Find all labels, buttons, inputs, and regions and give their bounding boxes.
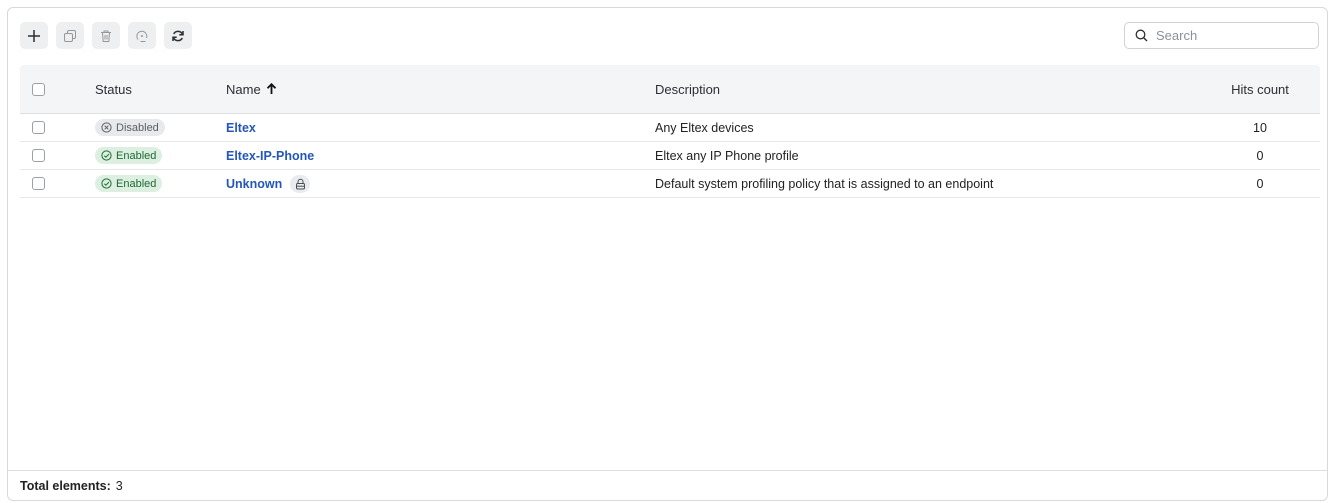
locked-badge	[290, 174, 311, 193]
trash-icon	[101, 30, 111, 42]
refresh-button[interactable]	[164, 22, 192, 49]
plus-icon	[28, 29, 40, 42]
lock-icon	[295, 178, 305, 189]
total-elements-value: 3	[115, 479, 123, 493]
hits-cell: 0	[1256, 148, 1264, 163]
table-row[interactable]: Disabled Eltex Any Eltex devices 10	[20, 114, 1320, 142]
profile-name-link[interactable]: Unknown	[226, 177, 282, 191]
name-cell: Eltex	[226, 121, 655, 135]
disabled-icon	[101, 122, 112, 133]
add-button[interactable]	[20, 22, 48, 49]
copy-button[interactable]	[56, 22, 84, 49]
status-badge: Enabled	[95, 147, 163, 164]
status-badge: Enabled	[95, 175, 163, 192]
row-checkbox[interactable]	[32, 177, 45, 190]
column-header-name[interactable]: Name	[226, 82, 655, 97]
row-checkbox-cell	[20, 149, 95, 162]
reset-button[interactable]	[128, 22, 156, 49]
copy-icon	[64, 29, 76, 42]
description-cell: Eltex any IP Phone profile	[655, 148, 799, 163]
sort-ascending-icon	[266, 83, 276, 94]
profile-name-link[interactable]: Eltex-IP-Phone	[226, 149, 314, 163]
row-checkbox-cell	[20, 121, 95, 134]
table-footer: Total elements: 3	[8, 470, 1327, 500]
search-icon	[1135, 29, 1148, 42]
delete-button[interactable]	[92, 22, 120, 49]
row-checkbox[interactable]	[32, 149, 45, 162]
table-row[interactable]: Enabled Unknown Default system profiling…	[20, 170, 1320, 198]
name-cell: Eltex-IP-Phone	[226, 149, 655, 163]
hits-cell: 10	[1253, 120, 1267, 135]
status-cell: Disabled	[95, 119, 226, 136]
total-elements-label: Total elements:	[20, 479, 111, 493]
select-all-checkbox[interactable]	[32, 82, 45, 96]
status-cell: Enabled	[95, 147, 226, 164]
status-cell: Enabled	[95, 175, 226, 192]
status-badge: Disabled	[95, 119, 165, 136]
row-checkbox-cell	[20, 177, 95, 190]
status-label: Enabled	[116, 177, 157, 190]
table-row[interactable]: Enabled Eltex-IP-Phone Eltex any IP Phon…	[20, 142, 1320, 170]
name-cell: Unknown	[226, 174, 655, 193]
table-header: Status Name Description Hits count	[20, 65, 1320, 114]
status-label: Enabled	[116, 149, 157, 162]
status-label: Disabled	[116, 121, 159, 134]
column-header-description[interactable]: Description	[655, 82, 1200, 97]
check-circle-icon	[101, 150, 112, 161]
search-box[interactable]	[1124, 22, 1319, 49]
column-header-name-label: Name	[226, 81, 261, 97]
toolbar	[20, 22, 192, 49]
description-cell: Any Eltex devices	[655, 120, 754, 135]
check-circle-icon	[101, 178, 112, 189]
column-header-hits[interactable]: Hits count	[1200, 82, 1320, 97]
description-cell: Default system profiling policy that is …	[655, 176, 994, 191]
column-header-status[interactable]: Status	[95, 82, 226, 97]
refresh-icon	[172, 30, 184, 41]
select-all-cell	[20, 82, 95, 96]
row-checkbox[interactable]	[32, 121, 45, 134]
profile-name-link[interactable]: Eltex	[226, 121, 256, 135]
profiles-table: Status Name Description Hits count Disab…	[20, 65, 1320, 198]
search-input[interactable]	[1154, 27, 1308, 44]
hits-cell: 0	[1256, 176, 1264, 191]
profiles-panel: Status Name Description Hits count Disab…	[7, 7, 1328, 501]
reset-icon	[136, 30, 148, 42]
